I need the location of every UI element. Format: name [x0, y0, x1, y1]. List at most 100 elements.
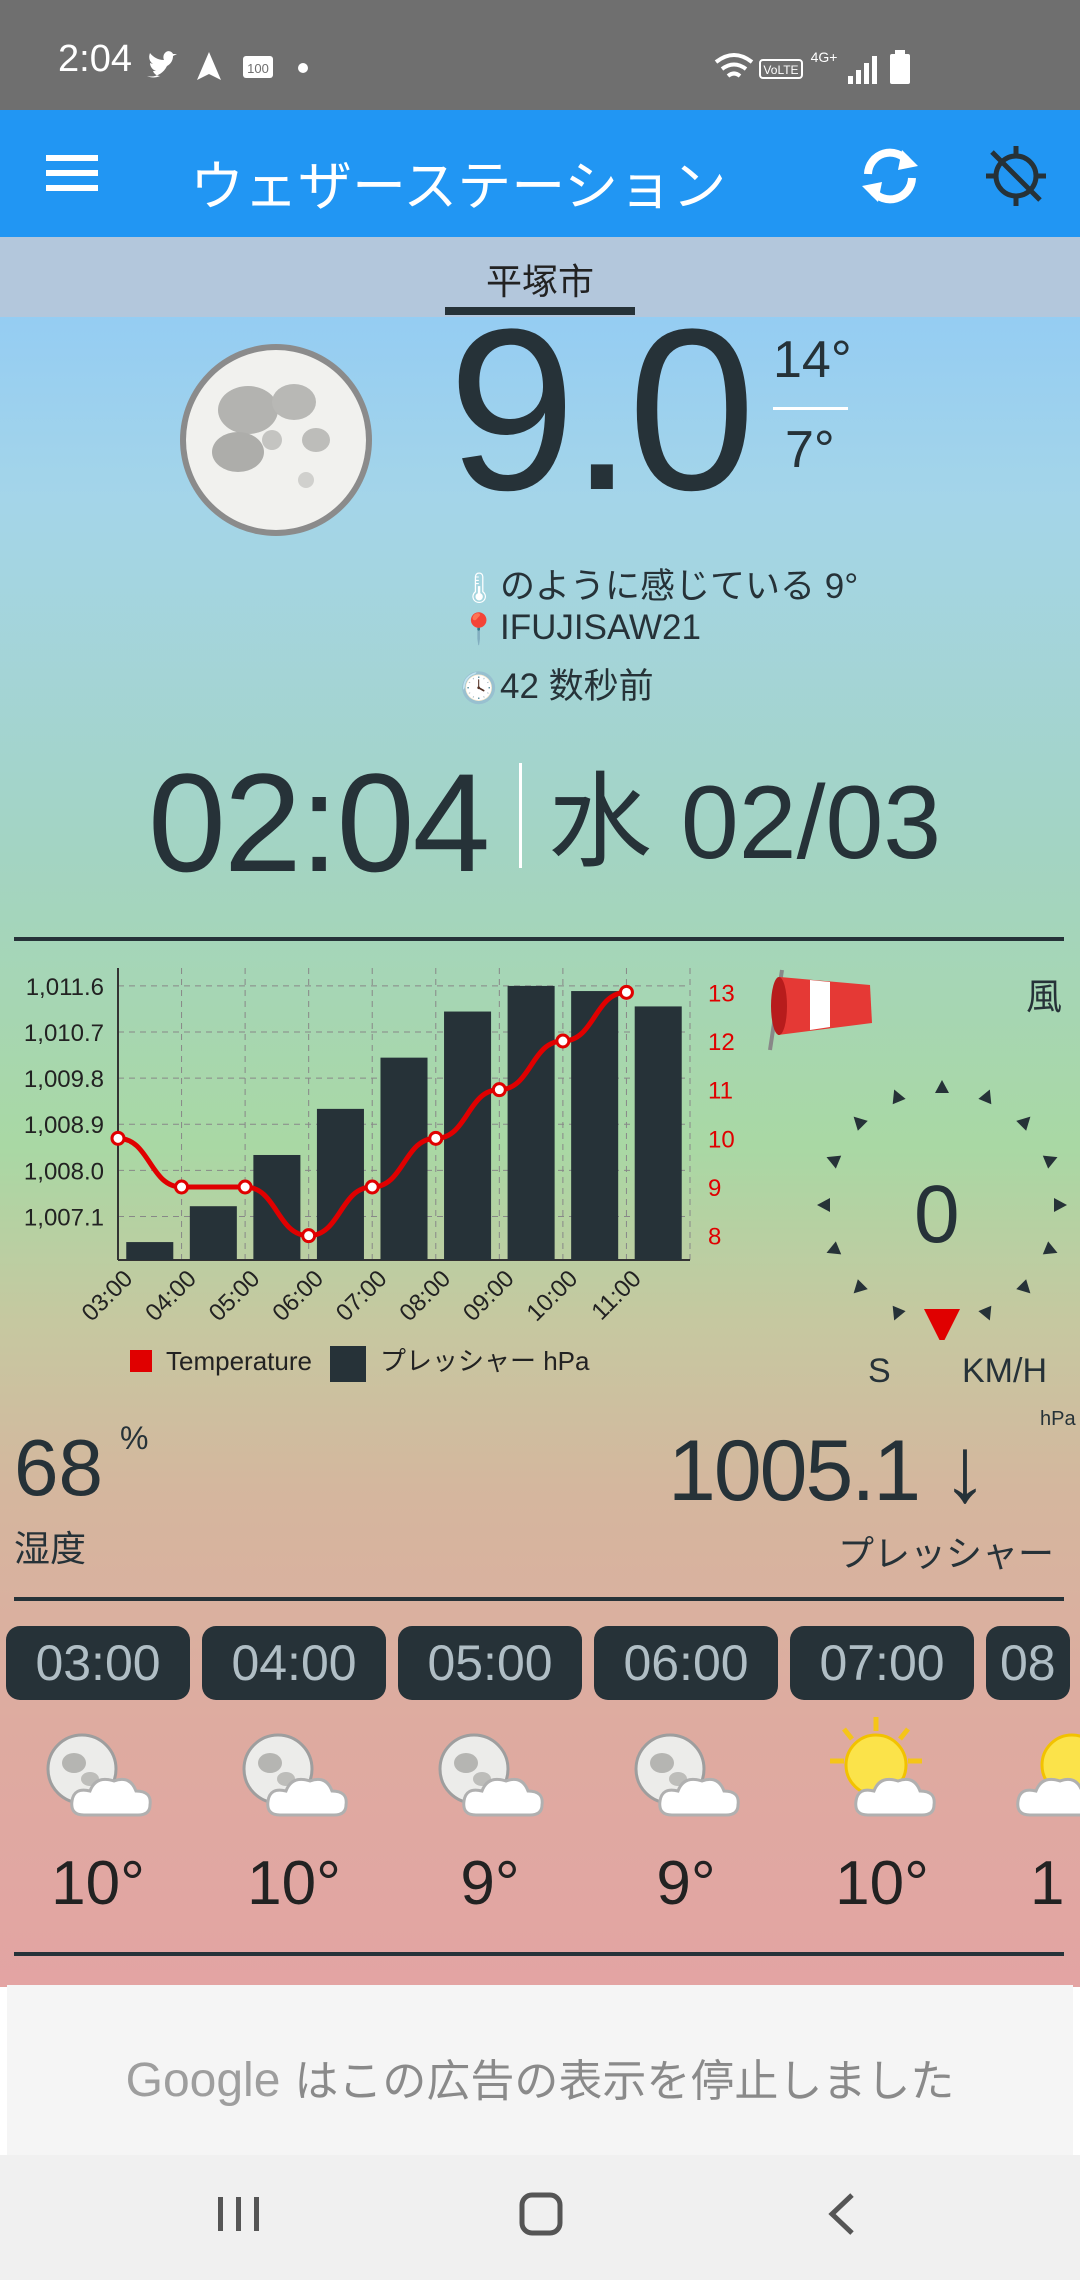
ad-banner: Google はこの広告の表示を停止しました [7, 1985, 1073, 2155]
x-tick-label: 04:00 [140, 1265, 202, 1327]
status-left-icons: 100 [147, 51, 308, 80]
home-icon[interactable] [518, 2191, 564, 2237]
x-tick-label: 07:00 [331, 1265, 393, 1327]
y-right-tick-label: 8 [708, 1224, 721, 1251]
status-bar: 2:04 100 VoLTE 4G+ [0, 0, 1080, 110]
compass-tick [853, 1116, 868, 1131]
navigation-bar [0, 2155, 1080, 2280]
legend-swatch-temperature [130, 1350, 152, 1372]
y-left-tick-label: 1,010.7 [24, 1020, 104, 1047]
clock-date: 水 02/03 [548, 765, 942, 881]
temperature-point [364, 1179, 380, 1195]
high-temperature: 14° [773, 331, 852, 389]
temperature-point [428, 1130, 444, 1146]
pressure-bar [189, 1206, 237, 1260]
humidity-label: 湿度 [14, 1528, 87, 1569]
ad-message: Google はこの広告の表示を停止しました [7, 2045, 1073, 2109]
temperature-point [237, 1179, 253, 1195]
y-left-tick-label: 1,011.6 [26, 974, 104, 1001]
compass-tick [1016, 1116, 1031, 1131]
wifi-icon [714, 53, 754, 78]
compass-tick [1054, 1198, 1067, 1212]
compass-tick [817, 1198, 830, 1212]
compass-tick [935, 1080, 949, 1093]
temperature-point [618, 984, 634, 1000]
y-right-tick-label: 12 [708, 1029, 735, 1056]
pressure-trend: ↓ [942, 1419, 988, 1521]
divider-top [14, 937, 1064, 941]
signal-icon [848, 56, 877, 84]
legend-label-pressure: プレッシャー hPa [380, 1346, 590, 1376]
compass-tick [1042, 1155, 1058, 1169]
compass-tick [1016, 1279, 1031, 1294]
pressure-label: プレッシャー [838, 1533, 1055, 1574]
compass-tick [826, 1241, 842, 1255]
full-moon-icon [180, 344, 372, 536]
y-left-tick-label: 1,007.1 [24, 1204, 104, 1231]
compass-tick [892, 1305, 906, 1321]
dot-icon [298, 63, 308, 73]
legend-swatch-pressure [330, 1346, 366, 1382]
clock-icon: 🕓 [460, 672, 498, 705]
compass-tick [826, 1155, 842, 1169]
battery-icon [890, 50, 910, 84]
temperature-point [555, 1033, 571, 1049]
x-tick-label: 05:00 [204, 1265, 266, 1327]
back-icon[interactable] [824, 2191, 860, 2237]
wind-direction-pointer [924, 1309, 960, 1340]
humidity-value: 68 [14, 1423, 103, 1512]
x-tick-label: 11:00 [586, 1265, 646, 1325]
y-right-tick-label: 10 [708, 1126, 735, 1153]
recent-apps-icon[interactable] [216, 2193, 262, 2235]
pressure-bar [316, 1108, 364, 1260]
y-right-tick-label: 13 [708, 980, 735, 1007]
clock-divider [519, 763, 522, 868]
y-left-tick-label: 1,009.8 [24, 1066, 104, 1093]
high-low-divider [773, 407, 848, 410]
legend-label-temperature: Temperature [166, 1346, 312, 1376]
pressure-bar [507, 985, 555, 1260]
status-right-icons: VoLTE 4G+ [714, 49, 910, 84]
y-right-tick-label: 9 [708, 1175, 721, 1202]
wind-direction: S [868, 1352, 891, 1390]
network-text: 4G+ [811, 49, 838, 65]
x-tick-label: 03:00 [77, 1265, 139, 1327]
location-pin-icon: 📍 [460, 613, 498, 646]
y-right-tick-label: 11 [708, 1078, 733, 1105]
windsock-icon [768, 969, 872, 1051]
temperature-point [301, 1228, 317, 1244]
low-temperature: 7° [785, 421, 835, 479]
compass-tick [978, 1089, 992, 1105]
humidity-unit: % [120, 1420, 149, 1456]
menu-icon[interactable] [46, 153, 100, 193]
pressure-bar [126, 1242, 174, 1260]
location-off-icon[interactable] [984, 144, 1048, 208]
pressure-unit: hPa [1040, 1408, 1076, 1430]
compass-tick [892, 1089, 906, 1105]
app-bar: ウェザーステーション [0, 110, 1080, 237]
thermometer-icon: 🌡 [460, 572, 499, 605]
ad-text: はこの広告の表示を停止しました [294, 2057, 955, 2106]
navigation-icon [197, 52, 221, 80]
pressure-bar [571, 991, 619, 1260]
status-time: 2:04 [58, 38, 132, 80]
compass-tick [853, 1279, 868, 1294]
station-id: IFUJISAW21 [500, 608, 701, 647]
badge-text: 100 [247, 61, 269, 76]
pressure-bar [634, 1006, 682, 1260]
pressure-value: 1005.1 [668, 1423, 921, 1519]
hourly-chart: 1,011.6 1,010.7 1,009.8 1,008.9 1,008.0 1,007… [24, 968, 735, 1382]
wind-unit: KM/H [962, 1352, 1047, 1390]
current-temperature: 9.0 [448, 281, 756, 538]
ad-brand: Google [125, 2054, 281, 2107]
temperature-point [174, 1179, 190, 1195]
refresh-icon[interactable] [858, 144, 922, 208]
updated-text: 42 数秒前 [500, 667, 654, 706]
wind-label: 風 [1025, 976, 1062, 1017]
station-row: 📍IFUJISAW21 [460, 608, 701, 648]
temperature-point [491, 1082, 507, 1098]
y-left-tick-label: 1,008.0 [24, 1158, 104, 1185]
volte-text: VoLTE [763, 63, 798, 77]
temperature-point [110, 1130, 126, 1146]
updated-row: 🕓42 数秒前 [460, 658, 654, 709]
